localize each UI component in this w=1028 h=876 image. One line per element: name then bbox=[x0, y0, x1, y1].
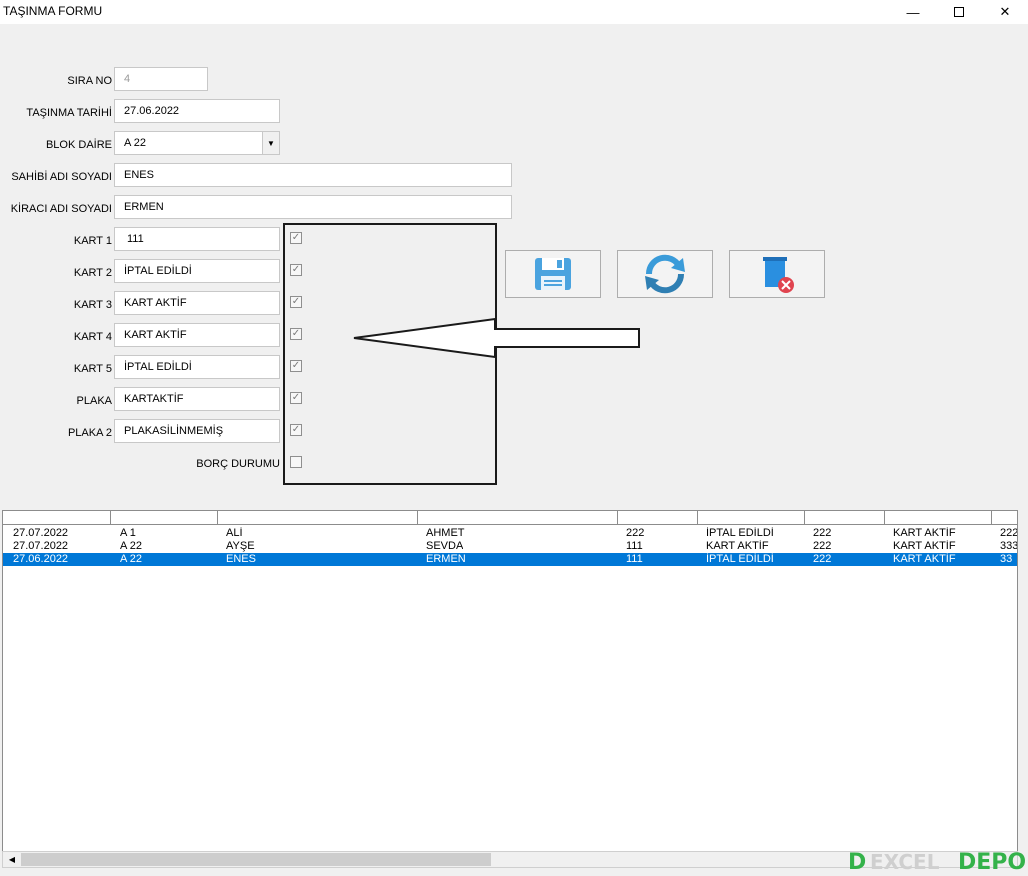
kart5-cell: 222 bbox=[1000, 527, 1018, 539]
table-row[interactable]: 27.07.2022 A 22 AYŞE SEVDA 111 KART AKTİ… bbox=[3, 540, 1018, 553]
maximize-icon bbox=[954, 7, 964, 17]
sahibi-label: SAHİBİ ADI SOYADI bbox=[11, 171, 112, 183]
blok-cell: A 22 bbox=[120, 540, 143, 552]
blok-cell: A 22 bbox=[120, 553, 143, 565]
kart5-label: KART 5 bbox=[73, 363, 112, 375]
kart4-label: KART 4 bbox=[73, 331, 112, 343]
delete-bin-icon bbox=[763, 257, 794, 293]
date-cell: 27.06.2022 bbox=[13, 553, 69, 565]
borc-durumu-checkbox[interactable] bbox=[290, 456, 302, 468]
records-listview[interactable]: 27.07.2022 A 1 ALİ AHMET 222 İPTAL EDİLD… bbox=[2, 510, 1018, 868]
plaka-checkbox[interactable]: ✓ bbox=[290, 392, 302, 404]
date-cell: 27.07.2022 bbox=[13, 527, 69, 539]
table-row-selected[interactable]: 27.06.2022 A 22 ENES ERMEN 111 İPTAL EDİ… bbox=[3, 553, 1017, 566]
kart3-checkbox[interactable]: ✓ bbox=[290, 296, 302, 308]
kart1-cell: 111 bbox=[626, 553, 643, 565]
maximize-button[interactable] bbox=[936, 0, 982, 24]
kiraci-cell: SEVDA bbox=[426, 540, 464, 552]
kiraci-adi-soyadi-field[interactable]: ERMEN bbox=[114, 195, 512, 219]
close-button[interactable]: ✕ bbox=[982, 0, 1028, 24]
kart1-field[interactable]: 111 bbox=[114, 227, 280, 251]
kart4-checkbox[interactable]: ✓ bbox=[290, 328, 302, 340]
kart1-label: KART 1 bbox=[73, 235, 112, 247]
blok-daire-value: A 22 bbox=[124, 137, 147, 149]
kart4-field[interactable]: KART AKTİF bbox=[114, 323, 280, 347]
logo-excel-text: EXCEL bbox=[870, 850, 940, 874]
kart2-cell: İPTAL EDİLDİ bbox=[706, 553, 774, 565]
kart3-cell: 222 bbox=[813, 553, 832, 565]
kart4-cell: KART AKTİF bbox=[893, 540, 956, 552]
kart3-cell: 222 bbox=[813, 540, 832, 552]
minimize-button[interactable]: — bbox=[890, 0, 936, 24]
kart2-field[interactable]: İPTAL EDİLDİ bbox=[114, 259, 280, 283]
sira-no-field[interactable]: 4 bbox=[114, 67, 208, 91]
tasinma-tarihi-field[interactable]: 27.06.2022 bbox=[114, 99, 280, 123]
blok-daire-combo[interactable]: A 22 ▼ bbox=[114, 131, 280, 155]
refresh-button[interactable] bbox=[617, 250, 713, 298]
logo-mark: D bbox=[848, 850, 867, 875]
kart1-cell: 111 bbox=[626, 540, 643, 552]
kiraci-cell: ERMEN bbox=[426, 553, 466, 565]
sahibi-cell: ENES bbox=[226, 553, 256, 565]
kart2-cell: İPTAL EDİLDİ bbox=[706, 527, 774, 539]
kart2-cell: KART AKTİF bbox=[706, 540, 769, 552]
kart3-field[interactable]: KART AKTİF bbox=[114, 291, 280, 315]
window-title: TAŞINMA FORMU bbox=[3, 4, 103, 18]
kiraci-label: KİRACI ADI SOYADI bbox=[10, 203, 112, 215]
column-header[interactable] bbox=[3, 511, 111, 525]
column-header[interactable] bbox=[418, 511, 618, 525]
column-header[interactable] bbox=[992, 511, 1017, 525]
plaka2-label: PLAKA 2 bbox=[67, 427, 112, 439]
plaka2-field[interactable]: PLAKASİLİNMEMİŞ bbox=[114, 419, 280, 443]
minimize-icon: — bbox=[906, 4, 920, 20]
table-row[interactable]: 27.07.2022 A 1 ALİ AHMET 222 İPTAL EDİLD… bbox=[3, 527, 1018, 540]
kart3-cell: 222 bbox=[813, 527, 832, 539]
logo-depo-text: DEPO bbox=[958, 850, 1027, 875]
kart5-field[interactable]: İPTAL EDİLDİ bbox=[114, 355, 280, 379]
blok-daire-label: BLOK DAİRE bbox=[45, 139, 112, 151]
column-header[interactable] bbox=[111, 511, 218, 525]
kart3-label: KART 3 bbox=[73, 299, 112, 311]
kart5-checkbox[interactable]: ✓ bbox=[290, 360, 302, 372]
save-button[interactable] bbox=[505, 250, 601, 298]
kart2-label: KART 2 bbox=[73, 267, 112, 279]
kart4-cell: KART AKTİF bbox=[893, 527, 956, 539]
scroll-left-icon[interactable]: ◀ bbox=[5, 854, 19, 866]
borc-durumu-label: BORÇ DURUMU bbox=[196, 458, 280, 470]
scrollbar-thumb[interactable] bbox=[21, 853, 491, 866]
column-header[interactable] bbox=[698, 511, 805, 525]
sahibi-adi-soyadi-field[interactable]: ENES bbox=[114, 163, 512, 187]
column-header[interactable] bbox=[805, 511, 885, 525]
kart2-checkbox[interactable]: ✓ bbox=[290, 264, 302, 276]
sira-no-label: SIRA NO bbox=[67, 75, 112, 87]
kart5-cell: 33 bbox=[1000, 553, 1013, 565]
sahibi-cell: ALİ bbox=[226, 527, 243, 539]
grid-header bbox=[3, 511, 1017, 525]
refresh-icon bbox=[645, 254, 685, 294]
arrow-left-annotation-icon bbox=[353, 317, 640, 359]
kart5-cell: 333 bbox=[1000, 540, 1018, 552]
column-header[interactable] bbox=[218, 511, 418, 525]
title-bar: TAŞINMA FORMU — ✕ bbox=[0, 0, 1028, 24]
plaka-field[interactable]: KARTAKTİF bbox=[114, 387, 280, 411]
kart4-cell: KART AKTİF bbox=[893, 553, 956, 565]
kart1-cell: 222 bbox=[626, 527, 645, 539]
floppy-disk-icon bbox=[535, 258, 571, 290]
close-icon: ✕ bbox=[999, 4, 1011, 19]
column-header[interactable] bbox=[618, 511, 698, 525]
plaka-label: PLAKA bbox=[76, 395, 112, 407]
plaka2-checkbox[interactable]: ✓ bbox=[290, 424, 302, 436]
column-header[interactable] bbox=[885, 511, 992, 525]
delete-button[interactable] bbox=[729, 250, 825, 298]
tasinma-tarihi-label: TAŞINMA TARİHİ bbox=[26, 107, 112, 119]
excel-depo-logo: D EXCEL DEPO bbox=[848, 850, 1028, 876]
chevron-down-icon[interactable]: ▼ bbox=[262, 132, 279, 154]
kiraci-cell: AHMET bbox=[426, 527, 465, 539]
date-cell: 27.07.2022 bbox=[13, 540, 69, 552]
blok-cell: A 1 bbox=[120, 527, 136, 539]
kart1-checkbox[interactable]: ✓ bbox=[290, 232, 302, 244]
sahibi-cell: AYŞE bbox=[226, 540, 255, 552]
